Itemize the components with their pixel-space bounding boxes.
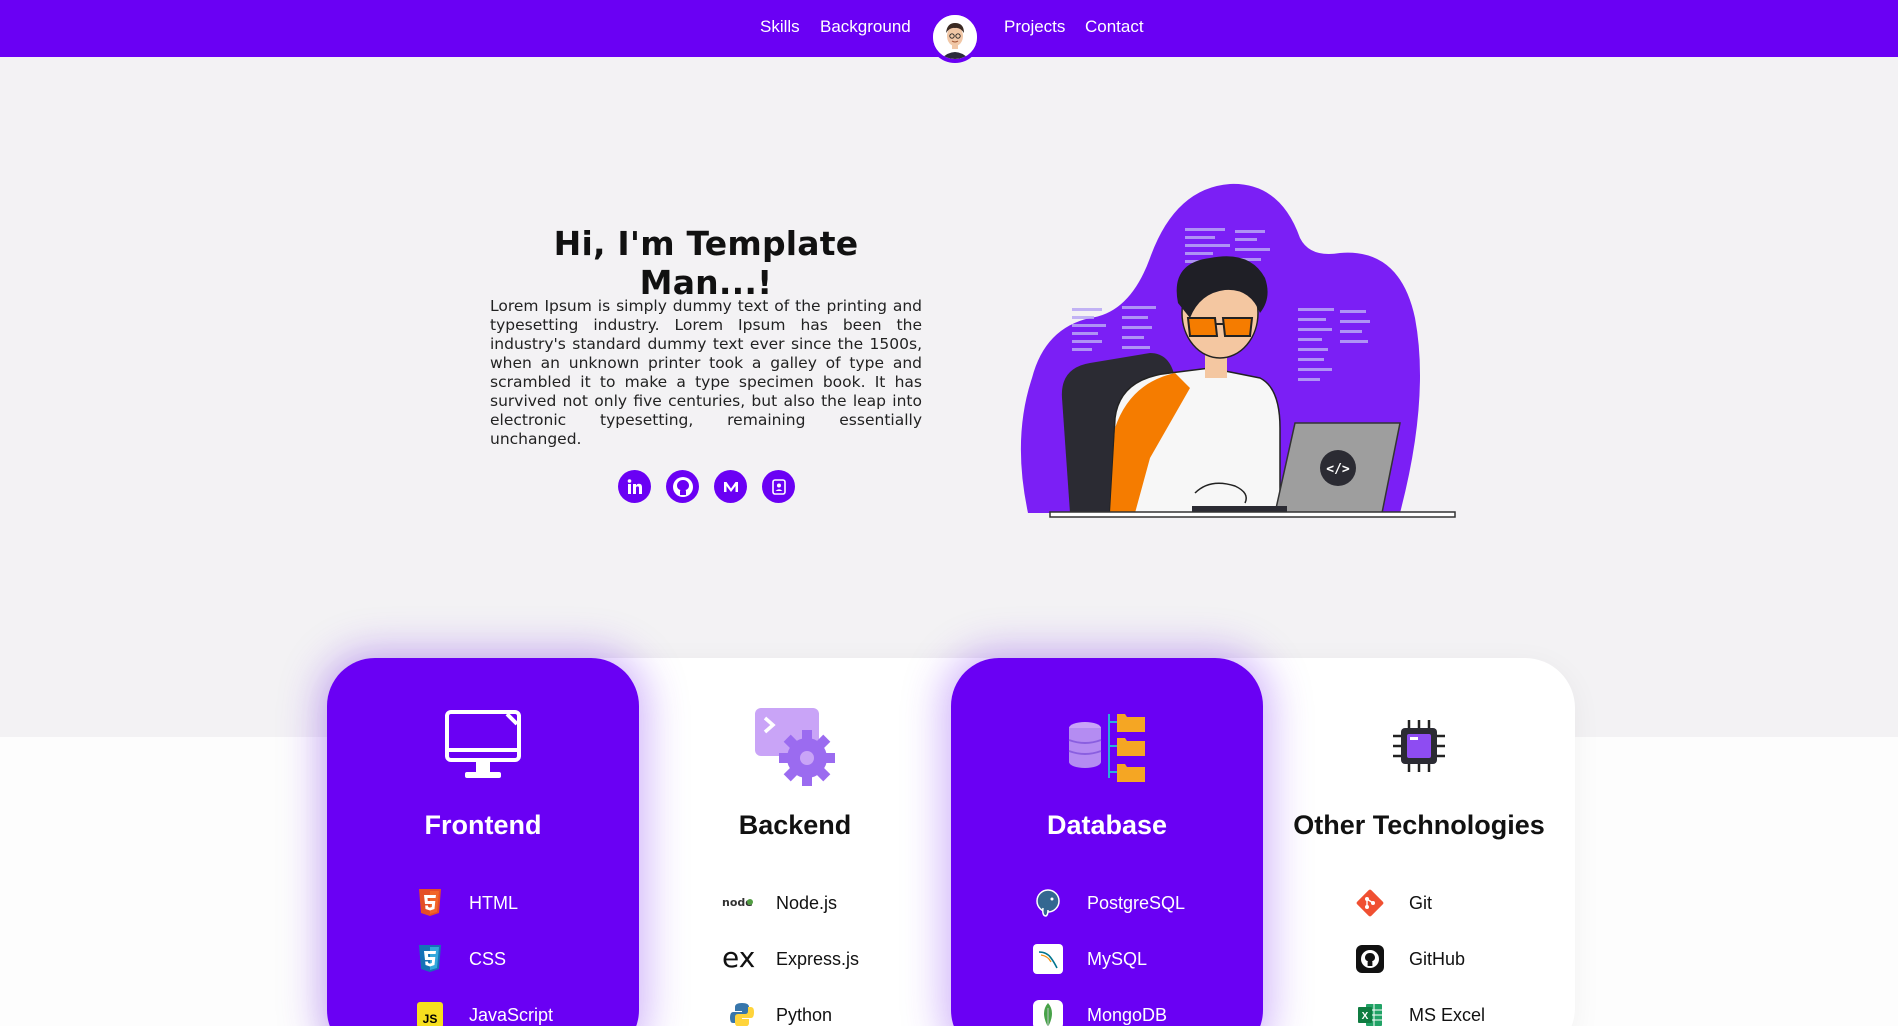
skill-item-css: CSS <box>415 944 506 974</box>
skill-label-nodejs: Node.js <box>776 892 838 913</box>
skill-label-javascript: JavaScript <box>469 1004 554 1025</box>
card-title-other-technologies: Other Technologies <box>1293 810 1545 840</box>
skill-label-css: CSS <box>469 948 507 969</box>
linkedin-link[interactable] <box>618 470 651 503</box>
git-icon <box>1356 889 1384 917</box>
skill-label-git: Git <box>1409 892 1433 913</box>
contact-card-link[interactable] <box>762 470 795 503</box>
nav-link-background[interactable]: Background <box>820 17 911 37</box>
skill-card-other-technologies: Other Technologies Git GitHub X MS Excel <box>1263 658 1575 1026</box>
nav-link-contact[interactable]: Contact <box>1085 17 1144 37</box>
mysql-icon <box>1033 944 1063 974</box>
skill-item-nodejs: node Node.js <box>722 888 837 918</box>
skill-card-frontend: Frontend HTML CSS JS JavaScript <box>327 658 639 1026</box>
skill-label-python: Python <box>776 1004 833 1025</box>
hero-description: Lorem Ipsum is simply dummy text of the … <box>490 297 922 448</box>
skill-item-mysql: MySQL <box>1033 944 1147 974</box>
skill-item-html: HTML <box>415 888 518 918</box>
nav-link-projects[interactable]: Projects <box>1004 17 1065 37</box>
svg-text:X: X <box>1362 1011 1369 1022</box>
skill-item-ms-excel: X MS Excel <box>1355 1000 1485 1026</box>
social-links <box>618 470 795 503</box>
top-navbar: Skills Background Projects Contact <box>0 0 1898 63</box>
chip-icon <box>1393 720 1445 772</box>
skill-item-python: Python <box>722 1000 832 1026</box>
nav-link-skills[interactable]: Skills <box>760 17 800 37</box>
developer-illustration: </> <box>1020 183 1456 518</box>
css3-icon <box>419 945 441 972</box>
svg-text:JS: JS <box>423 1012 438 1026</box>
skill-label-mysql: MySQL <box>1087 948 1148 969</box>
skill-item-expressjs: ex Express.js <box>722 944 859 974</box>
contact-card-icon <box>771 478 786 495</box>
medium-icon <box>723 481 738 492</box>
avatar-face-icon <box>933 15 977 59</box>
mongodb-icon <box>1033 1000 1063 1026</box>
hero-title: Hi, I'm Template Man...! <box>553 224 859 302</box>
avatar[interactable] <box>929 11 981 63</box>
skill-item-git: Git <box>1355 888 1432 918</box>
medium-link[interactable] <box>714 470 747 503</box>
skill-label-ms-excel: MS Excel <box>1409 1004 1486 1025</box>
card-title-database: Database <box>1046 810 1168 840</box>
express-icon: ex <box>722 945 755 973</box>
skill-card-backend: Backend node Node.js ex Express.js Pytho… <box>639 658 951 1026</box>
svg-text:</>: </> <box>1326 462 1350 477</box>
skill-label-html: HTML <box>469 892 518 913</box>
skill-item-postgresql: PostgreSQL <box>1033 888 1185 918</box>
skill-label-mongodb: MongoDB <box>1087 1004 1168 1025</box>
database-folders-icon <box>1068 714 1145 782</box>
github-link[interactable] <box>666 470 699 503</box>
javascript-icon: JS <box>417 1002 443 1026</box>
postgresql-icon <box>1036 889 1060 917</box>
card-title-backend: Backend <box>738 810 852 840</box>
skill-label-expressjs: Express.js <box>776 948 860 969</box>
github-icon <box>1356 945 1384 973</box>
excel-icon: X <box>1358 1004 1382 1026</box>
github-icon <box>672 476 693 497</box>
python-icon <box>730 1003 754 1026</box>
linkedin-icon <box>627 478 642 494</box>
monitor-icon <box>445 710 521 778</box>
skill-item-javascript: JS JavaScript <box>415 1000 553 1026</box>
skill-card-database: Database PostgreSQL MySQL MongoDB <box>951 658 1263 1026</box>
skill-label-postgresql: PostgreSQL <box>1087 892 1186 913</box>
html5-icon <box>419 889 441 916</box>
skill-item-github: GitHub <box>1355 944 1465 974</box>
skill-item-mongodb: MongoDB <box>1033 1000 1167 1026</box>
svg-text:ex: ex <box>722 945 755 973</box>
nodejs-icon: node <box>722 896 753 909</box>
skill-label-github: GitHub <box>1409 948 1466 969</box>
card-title-frontend: Frontend <box>424 810 542 840</box>
terminal-gear-icon <box>755 708 835 786</box>
